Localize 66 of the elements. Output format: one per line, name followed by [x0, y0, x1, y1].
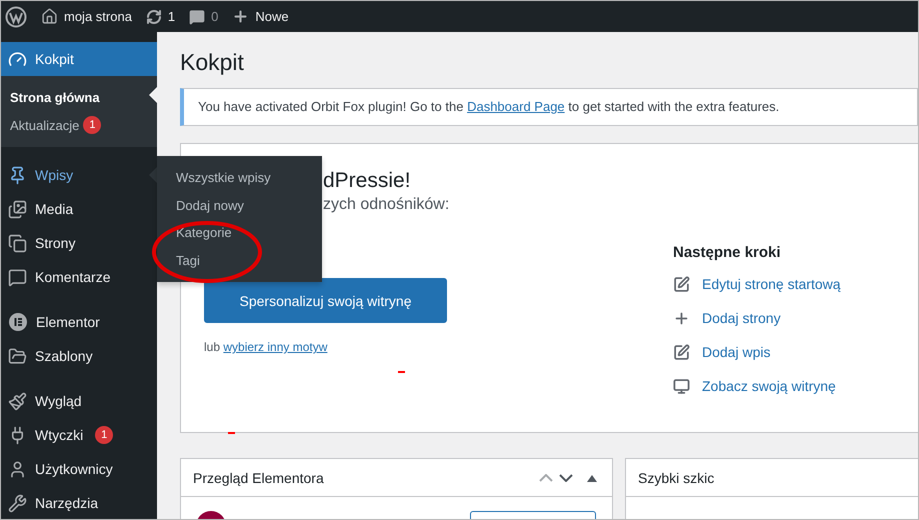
stray-mark: [228, 432, 235, 434]
alt-theme-text: lub wybierz inny motyw: [204, 340, 328, 354]
menu-item[interactable]: Media: [1, 192, 157, 226]
submenu-item[interactable]: Aktualizacje 1: [1, 111, 157, 139]
notice-text: You have activated Orbit Fox plugin! Go to the Dashboard Page to get started with the extra features.: [180, 88, 918, 126]
step-icon: [673, 378, 690, 394]
menu-item[interactable]: Wtyczki 1: [1, 418, 157, 452]
widget-title: Szybki szkic: [638, 470, 716, 486]
new-link[interactable]: Nowe: [232, 8, 289, 25]
collapse-button[interactable]: [584, 474, 600, 482]
chevron-up-icon: [539, 474, 553, 482]
flyout-item[interactable]: Dodaj nowy: [157, 192, 322, 219]
menu-item[interactable]: Wygląd: [1, 384, 157, 418]
comment-icon: [189, 8, 206, 24]
menu-item[interactable]: Strony: [1, 226, 157, 260]
next-steps-title: Następne kroki: [673, 244, 782, 261]
menu-item[interactable]: Użytkownicy: [1, 452, 157, 486]
refresh-icon: [146, 8, 162, 24]
count-badge: 1: [83, 116, 102, 134]
plus-icon: [232, 8, 250, 25]
menu-item[interactable]: Narzędzia: [1, 486, 157, 519]
elementor-icon: [8, 312, 28, 332]
menu-icon: [8, 166, 27, 184]
menu-icon: [8, 50, 27, 68]
new-label: Nowe: [255, 9, 289, 24]
flyout-item[interactable]: Wszystkie wpisy: [157, 164, 322, 192]
count-badge: 1: [95, 426, 114, 444]
next-step-link[interactable]: Zobacz swoją witrynę: [673, 369, 913, 403]
menu-icon: [8, 494, 27, 512]
theme-link[interactable]: wybierz inny motyw: [223, 340, 328, 354]
step-icon: [673, 276, 690, 292]
next-step-link[interactable]: Dodaj wpis: [673, 335, 913, 369]
page-title: Kokpit: [180, 48, 245, 77]
flyout-item[interactable]: Tagi: [157, 246, 322, 274]
updates-link[interactable]: 1: [146, 8, 176, 24]
submenu-item[interactable]: Strona główna: [1, 83, 157, 111]
comments-link[interactable]: 0: [189, 8, 218, 24]
site-name: moja strona: [64, 9, 132, 24]
home-icon: [41, 8, 58, 25]
wordpress-logo[interactable]: [5, 6, 27, 28]
menu-icon: [8, 234, 27, 252]
menu-icon: [8, 268, 27, 286]
updates-count: 1: [168, 9, 176, 24]
dashboard-link[interactable]: Dashboard Page: [467, 99, 565, 114]
next-step-link[interactable]: Dodaj strony: [673, 301, 913, 335]
step-icon: [673, 344, 690, 360]
stray-mark: [398, 371, 405, 373]
welcome-heading: dPressie!: [323, 168, 411, 194]
menu-item[interactable]: Elementor: [1, 305, 157, 339]
menu-item[interactable]: Komentarze: [1, 260, 157, 294]
widget-title: Przegląd Elementora: [193, 470, 325, 486]
menu-item[interactable]: Szablony: [1, 339, 157, 373]
next-step-link[interactable]: Edytuj stronę startową: [673, 267, 913, 301]
step-icon: [673, 310, 690, 326]
site-name-link[interactable]: moja strona: [41, 8, 132, 25]
menu-icon: [8, 200, 27, 218]
comments-count: 0: [211, 9, 218, 24]
menu-icon: [8, 460, 27, 478]
menu-item[interactable]: Wpisy: [1, 158, 157, 192]
customize-button[interactable]: Spersonalizuj swoją witrynę: [204, 278, 447, 323]
chevron-down-icon: [559, 474, 573, 482]
flyout-item[interactable]: Kategorie: [157, 219, 322, 246]
welcome-subheading: zych odnośników:: [323, 196, 450, 214]
menu-icon: [8, 392, 27, 410]
menu-item[interactable]: Kokpit: [1, 42, 157, 76]
menu-icon: [8, 346, 27, 366]
